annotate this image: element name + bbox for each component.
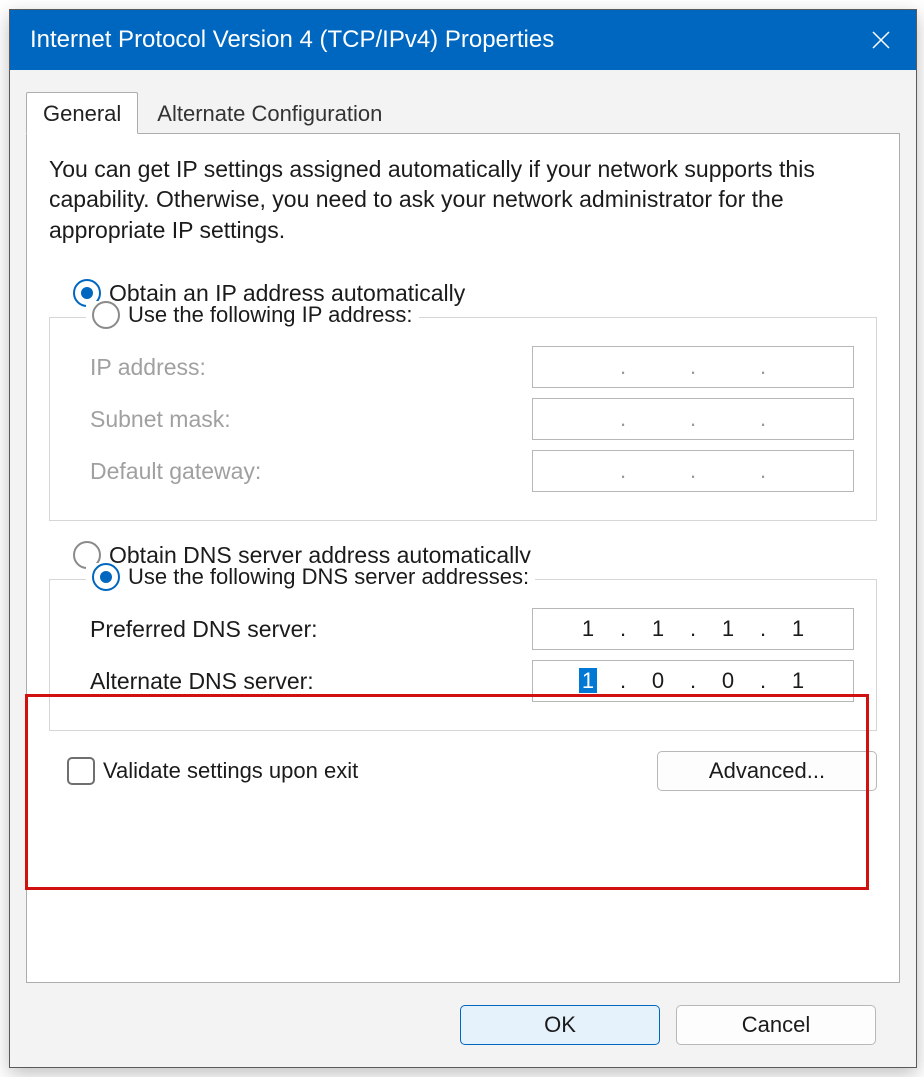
radio-label: Use the following DNS server addresses: — [128, 564, 529, 590]
label-alternate-dns: Alternate DNS server: — [72, 668, 314, 695]
bottom-row: Validate settings upon exit Advanced... — [67, 751, 877, 791]
radio-use-following-dns[interactable]: Use the following DNS server addresses: — [86, 563, 535, 591]
tab-strip: General Alternate Configuration — [26, 88, 900, 134]
checkbox-icon — [67, 757, 95, 785]
cancel-button[interactable]: Cancel — [676, 1005, 876, 1045]
radio-icon — [92, 563, 120, 591]
row-ip-address: IP address: . . . — [72, 346, 854, 388]
label-default-gateway: Default gateway: — [72, 458, 261, 485]
radio-icon — [92, 301, 120, 329]
input-default-gateway: . . . — [532, 450, 854, 492]
label-subnet-mask: Subnet mask: — [72, 406, 231, 433]
tab-general[interactable]: General — [26, 92, 138, 134]
dialog-body: General Alternate Configuration You can … — [10, 70, 916, 1067]
checkbox-label: Validate settings upon exit — [103, 758, 358, 784]
dialog-window: Internet Protocol Version 4 (TCP/IPv4) P… — [9, 9, 917, 1068]
group-use-ip-address: Use the following IP address: IP address… — [49, 317, 877, 521]
checkbox-validate-settings[interactable]: Validate settings upon exit — [67, 757, 358, 785]
row-alternate-dns: Alternate DNS server: 1. 0. 0. 1 — [72, 660, 854, 702]
description-text: You can get IP settings assigned automat… — [49, 154, 877, 245]
row-preferred-dns: Preferred DNS server: 1. 1. 1. 1 — [72, 608, 854, 650]
radio-label: Use the following IP address: — [128, 302, 413, 328]
input-preferred-dns[interactable]: 1. 1. 1. 1 — [532, 608, 854, 650]
input-alternate-dns[interactable]: 1. 0. 0. 1 — [532, 660, 854, 702]
row-subnet-mask: Subnet mask: . . . — [72, 398, 854, 440]
tab-alternate-configuration[interactable]: Alternate Configuration — [140, 92, 399, 134]
title-bar: Internet Protocol Version 4 (TCP/IPv4) P… — [10, 10, 916, 70]
input-ip-address: . . . — [532, 346, 854, 388]
row-default-gateway: Default gateway: . . . — [72, 450, 854, 492]
advanced-button[interactable]: Advanced... — [657, 751, 877, 791]
group-use-dns-addresses: Use the following DNS server addresses: … — [49, 579, 877, 731]
tab-panel-general: You can get IP settings assigned automat… — [26, 133, 900, 983]
label-preferred-dns: Preferred DNS server: — [72, 616, 318, 643]
input-subnet-mask: . . . — [532, 398, 854, 440]
label-ip-address: IP address: — [72, 354, 206, 381]
close-button[interactable] — [846, 10, 916, 70]
dialog-buttons: OK Cancel — [26, 983, 900, 1067]
close-icon — [870, 29, 892, 51]
radio-use-following-ip[interactable]: Use the following IP address: — [86, 301, 419, 329]
window-title: Internet Protocol Version 4 (TCP/IPv4) P… — [30, 26, 554, 54]
ok-button[interactable]: OK — [460, 1005, 660, 1045]
